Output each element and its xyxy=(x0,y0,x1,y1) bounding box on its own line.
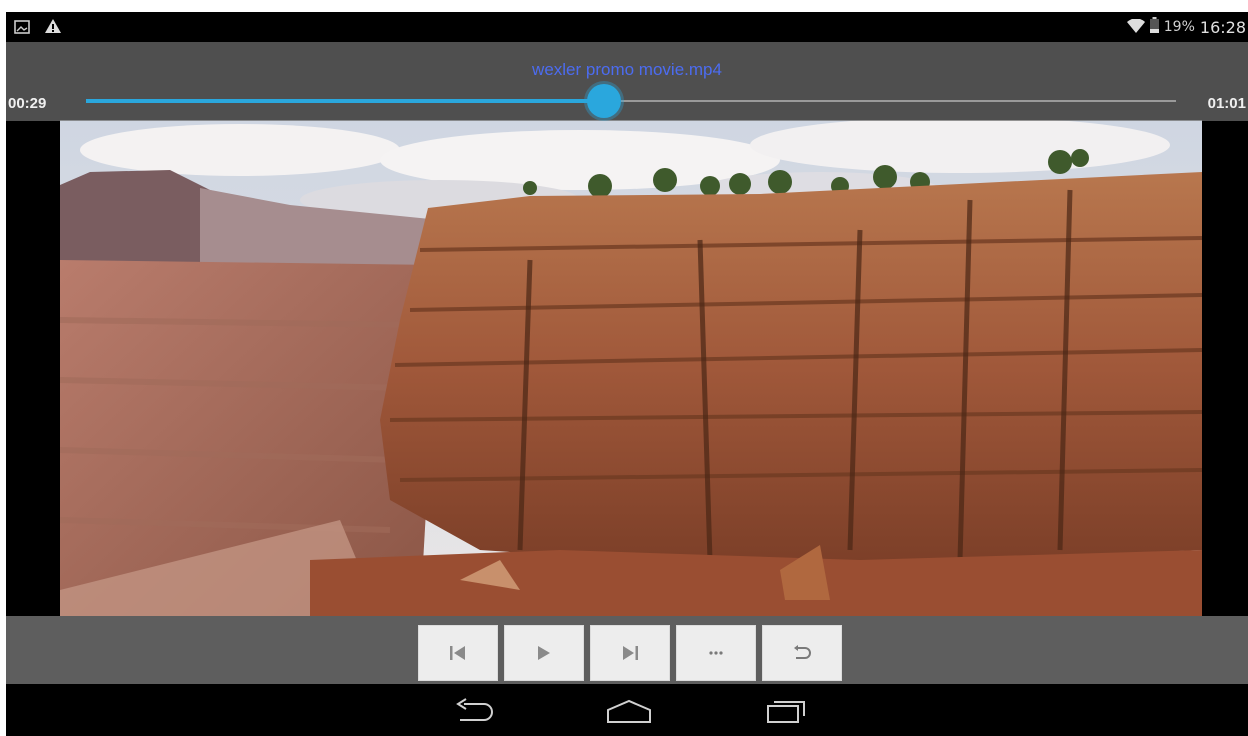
play-button[interactable] xyxy=(504,625,584,681)
return-icon xyxy=(792,645,812,661)
battery-icon xyxy=(1149,17,1159,37)
seek-bar-thumb[interactable] xyxy=(586,84,621,118)
skip-next-icon xyxy=(621,645,639,661)
navigation-bar xyxy=(6,684,1248,736)
previous-button[interactable] xyxy=(418,625,498,681)
total-time: 01:01 xyxy=(1207,95,1246,112)
elapsed-time: 00:29 xyxy=(8,95,47,112)
status-bar: 19% 16:28 xyxy=(6,12,1248,42)
wifi-icon xyxy=(1126,17,1145,37)
battery-percent: 19% xyxy=(1163,19,1195,35)
top-controls-overlay: wexler promo movie.mp4 00:29 01:01 xyxy=(6,42,1248,121)
return-button[interactable] xyxy=(762,625,842,681)
warning-icon xyxy=(44,18,62,38)
skip-previous-icon xyxy=(449,645,467,661)
image-notification-icon xyxy=(14,19,30,38)
playback-controls xyxy=(418,625,842,681)
bottom-controls-overlay xyxy=(6,616,1248,684)
device-screen: 19% 16:28 wexler promo movie.mp4 00:29 0… xyxy=(6,12,1248,736)
more-icon xyxy=(708,650,724,656)
canyon-scene xyxy=(60,120,1202,616)
next-button[interactable] xyxy=(590,625,670,681)
back-icon[interactable] xyxy=(454,698,496,728)
seek-bar-progress xyxy=(86,99,604,103)
video-title: wexler promo movie.mp4 xyxy=(532,60,722,79)
clock: 16:28 xyxy=(1199,17,1246,37)
home-icon[interactable] xyxy=(606,698,652,728)
video-frame[interactable] xyxy=(60,120,1202,616)
seek-bar[interactable] xyxy=(86,84,1176,118)
play-icon xyxy=(537,645,551,661)
recent-apps-icon[interactable] xyxy=(766,698,806,728)
more-button[interactable] xyxy=(676,625,756,681)
